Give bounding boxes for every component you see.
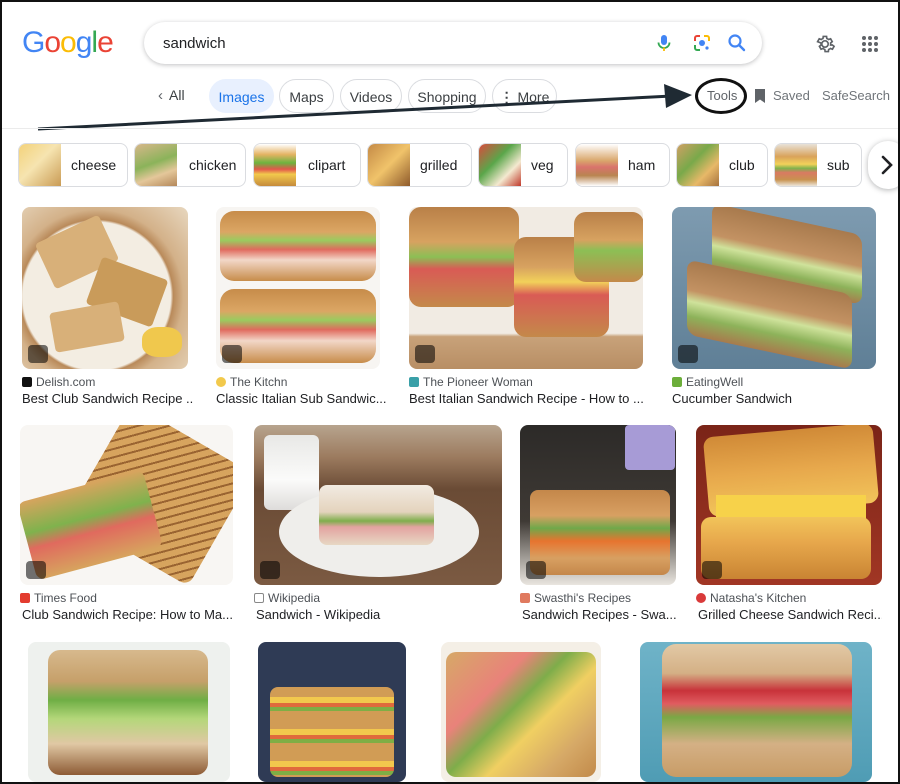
recipe-badge-icon — [28, 345, 48, 363]
sandwich-shape — [446, 652, 596, 777]
result-source: Delish.com — [22, 375, 95, 389]
header-divider — [2, 128, 898, 129]
chip-cheese[interactable]: cheese — [18, 143, 128, 187]
sandwich-shape — [574, 212, 643, 282]
source-favicon-icon — [409, 377, 419, 387]
chip-label: cheese — [71, 157, 117, 173]
source-favicon-icon — [254, 593, 264, 603]
safesearch-link[interactable]: SafeSearch — [822, 88, 890, 103]
source-name: Wikipedia — [268, 591, 321, 605]
result-source: Wikipedia — [254, 591, 320, 605]
sandwich-shape — [48, 650, 208, 775]
chip-chicken[interactable]: chicken — [134, 143, 246, 187]
chip-label: clipart — [308, 157, 346, 173]
result-source: The Pioneer Woman — [409, 375, 533, 389]
source-name: Swasthi's Recipes — [534, 591, 631, 605]
sandwich-shape — [220, 211, 376, 281]
chip-clipart[interactable]: clipart — [253, 143, 361, 187]
result-image — [20, 425, 233, 585]
chip-sub[interactable]: sub — [774, 143, 862, 187]
source-name: EatingWell — [686, 375, 744, 389]
chip-thumbnail — [254, 144, 296, 186]
result-image — [520, 425, 676, 585]
chip-thumbnail — [19, 144, 61, 186]
recipe-badge-icon — [260, 561, 280, 579]
source-favicon-icon — [696, 593, 706, 603]
result-source: Natasha's Kitchen — [696, 591, 806, 605]
chip-thumbnail — [576, 144, 618, 186]
sandwich-shape — [220, 289, 376, 363]
chip-thumbnail — [479, 144, 521, 186]
chevron-right-icon — [881, 155, 893, 175]
chips-next-button[interactable] — [868, 141, 900, 189]
chip-club[interactable]: club — [676, 143, 768, 187]
chip-thumbnail — [677, 144, 719, 186]
result-image — [441, 642, 601, 782]
chip-label: veg — [531, 157, 554, 173]
source-name: Delish.com — [36, 375, 96, 389]
sandwich-shape — [319, 485, 434, 545]
result-image — [28, 642, 230, 782]
chip-label: chicken — [189, 157, 237, 173]
sandwich-shape — [409, 207, 519, 307]
result-title[interactable]: Sandwich - Wikipedia — [256, 607, 502, 622]
recipe-badge-icon — [678, 345, 698, 363]
result-source: Times Food — [20, 591, 97, 605]
sandwich-shape — [270, 687, 394, 777]
annotation-circle — [695, 78, 747, 114]
source-favicon-icon — [216, 377, 226, 387]
source-favicon-icon — [520, 593, 530, 603]
chip-thumbnail — [135, 144, 177, 186]
result-title[interactable]: Sandwich Recipes - Swa... — [522, 607, 678, 622]
result-image — [216, 207, 380, 369]
source-favicon-icon — [20, 593, 30, 603]
recipe-badge-icon — [222, 345, 242, 363]
result-image — [254, 425, 502, 585]
bookmark-icon[interactable] — [754, 88, 766, 104]
chip-label: sub — [827, 157, 850, 173]
source-favicon-icon — [672, 377, 682, 387]
result-title[interactable]: Cucumber Sandwich — [672, 391, 876, 406]
recipe-badge-icon — [526, 561, 546, 579]
recipe-badge-icon — [26, 561, 46, 579]
recipe-badge-icon — [702, 561, 722, 579]
source-favicon-icon — [22, 377, 32, 387]
saved-link[interactable]: Saved — [773, 88, 810, 103]
result-image — [640, 642, 872, 782]
result-image — [672, 207, 876, 369]
result-source: Swasthi's Recipes — [520, 591, 631, 605]
result-title[interactable]: Grilled Cheese Sandwich Reci... — [698, 607, 882, 622]
chip-grilled[interactable]: grilled — [367, 143, 472, 187]
source-name: The Kitchn — [230, 375, 288, 389]
source-name: Times Food — [34, 591, 97, 605]
recipe-badge-icon — [415, 345, 435, 363]
chip-label: grilled — [420, 157, 458, 173]
sandwich-shape — [49, 301, 125, 353]
result-image — [22, 207, 188, 369]
chip-ham[interactable]: ham — [575, 143, 670, 187]
result-source: The Kitchn — [216, 375, 287, 389]
chip-veg[interactable]: veg — [478, 143, 568, 187]
result-title[interactable]: Club Sandwich Recipe: How to Ma... — [22, 607, 232, 622]
drink-shape — [625, 425, 675, 470]
result-image — [258, 642, 406, 782]
result-image — [409, 207, 643, 369]
result-title[interactable]: Best Club Sandwich Recipe ... — [22, 391, 194, 406]
source-name: Natasha's Kitchen — [710, 591, 807, 605]
chip-thumbnail — [775, 144, 817, 186]
chip-label: club — [729, 157, 755, 173]
source-name: The Pioneer Woman — [423, 375, 533, 389]
chip-label: ham — [628, 157, 656, 173]
chip-thumbnail — [368, 144, 410, 186]
sandwich-shape — [530, 490, 670, 575]
sandwich-shape — [662, 644, 852, 777]
result-image — [696, 425, 882, 585]
chips-shape — [142, 327, 182, 357]
result-source: EatingWell — [672, 375, 743, 389]
sandwich-shape — [701, 517, 871, 579]
result-title[interactable]: Classic Italian Sub Sandwic... — [216, 391, 386, 406]
result-title[interactable]: Best Italian Sandwich Recipe - How to ..… — [409, 391, 645, 406]
